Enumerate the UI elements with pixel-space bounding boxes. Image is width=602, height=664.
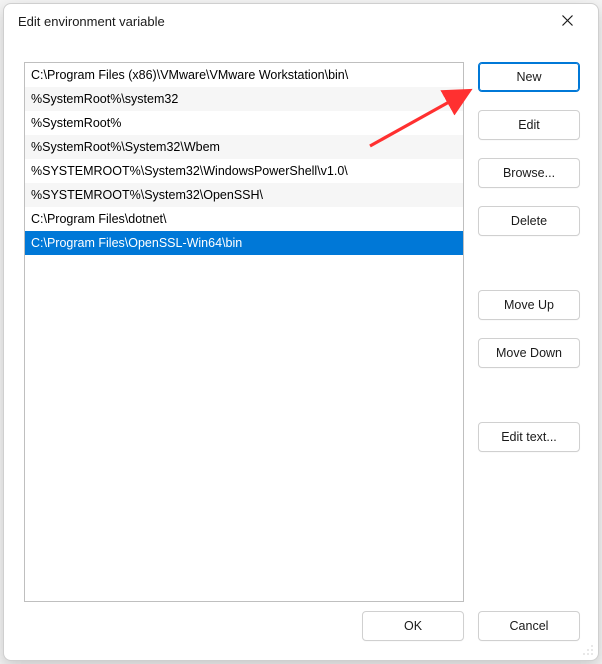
close-icon: [562, 14, 573, 29]
resize-grip-icon[interactable]: [582, 644, 594, 656]
edit-text-button[interactable]: Edit text...: [478, 422, 580, 452]
move-up-button[interactable]: Move Up: [478, 290, 580, 320]
titlebar: Edit environment variable: [4, 4, 598, 38]
dialog-content: C:\Program Files (x86)\VMware\VMware Wor…: [4, 38, 598, 604]
cancel-button[interactable]: Cancel: [478, 611, 580, 641]
path-entry-0[interactable]: C:\Program Files (x86)\VMware\VMware Wor…: [25, 63, 463, 87]
dialog-title: Edit environment variable: [18, 14, 544, 29]
edit-env-var-dialog: Edit environment variable C:\Program Fil…: [3, 3, 599, 661]
move-down-button[interactable]: Move Down: [478, 338, 580, 368]
browse-button[interactable]: Browse...: [478, 158, 580, 188]
ok-button[interactable]: OK: [362, 611, 464, 641]
path-entry-3[interactable]: %SystemRoot%\System32\Wbem: [25, 135, 463, 159]
new-button[interactable]: New: [478, 62, 580, 92]
path-listbox[interactable]: C:\Program Files (x86)\VMware\VMware Wor…: [24, 62, 464, 602]
delete-button[interactable]: Delete: [478, 206, 580, 236]
path-entry-7[interactable]: C:\Program Files\OpenSSL-Win64\bin: [25, 231, 463, 255]
dialog-footer: OK Cancel: [4, 604, 598, 660]
window-close-button[interactable]: [544, 6, 590, 36]
path-entry-6[interactable]: C:\Program Files\dotnet\: [25, 207, 463, 231]
path-entry-5[interactable]: %SYSTEMROOT%\System32\OpenSSH\: [25, 183, 463, 207]
edit-button[interactable]: Edit: [478, 110, 580, 140]
path-entry-1[interactable]: %SystemRoot%\system32: [25, 87, 463, 111]
side-button-column: New Edit Browse... Delete Move Up Move D…: [478, 62, 580, 604]
path-entry-2[interactable]: %SystemRoot%: [25, 111, 463, 135]
path-entry-4[interactable]: %SYSTEMROOT%\System32\WindowsPowerShell\…: [25, 159, 463, 183]
